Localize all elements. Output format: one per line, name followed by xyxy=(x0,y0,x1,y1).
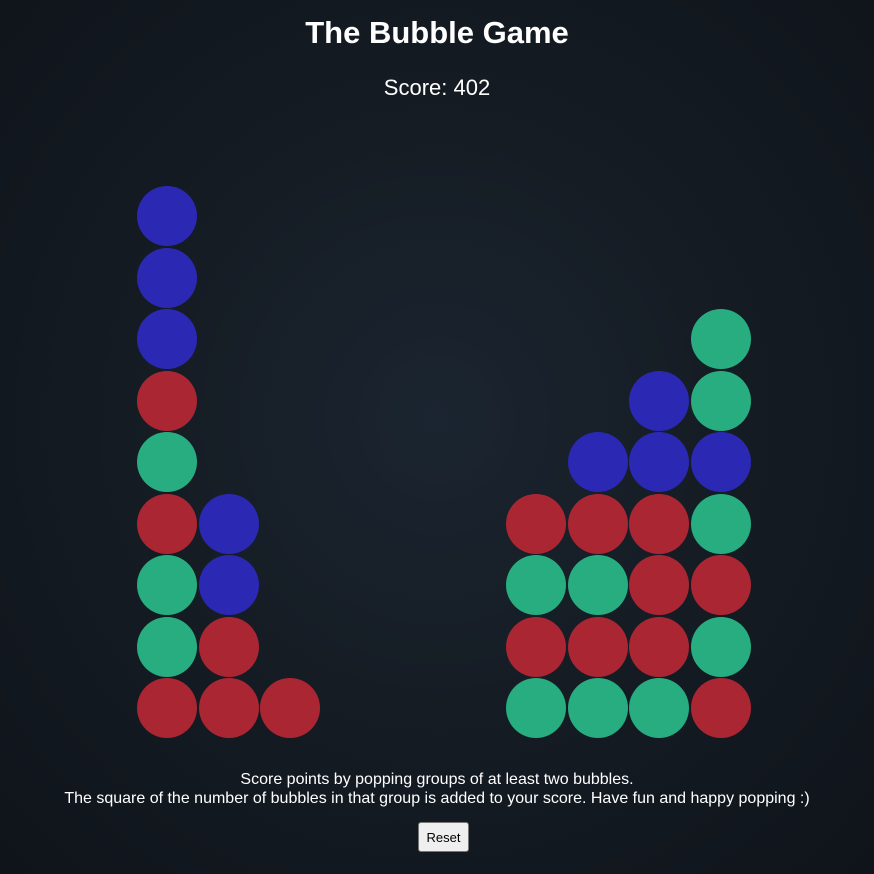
bubble-green[interactable] xyxy=(690,370,751,431)
bubble-green[interactable] xyxy=(690,493,751,554)
bubble-blue[interactable] xyxy=(629,370,689,431)
bubble-red[interactable] xyxy=(506,616,566,677)
bubble-green[interactable] xyxy=(506,555,566,615)
bubble-blue[interactable] xyxy=(137,247,197,308)
bubble-blue[interactable] xyxy=(137,309,197,369)
bubble-red[interactable] xyxy=(260,678,320,738)
bubble-blue[interactable] xyxy=(629,432,689,492)
bubble-green[interactable] xyxy=(137,616,197,677)
bubble-red[interactable] xyxy=(690,678,751,738)
instructions: Score points by popping groups of at lea… xyxy=(0,770,874,808)
reset-button[interactable]: Reset xyxy=(418,822,469,852)
bubble-green[interactable] xyxy=(567,678,628,738)
bubble-blue[interactable] xyxy=(198,493,259,554)
bubble-board xyxy=(0,0,874,874)
bubble-red[interactable] xyxy=(198,678,259,738)
bubble-red[interactable] xyxy=(198,616,259,677)
bubble-blue[interactable] xyxy=(198,555,259,615)
bubble-red[interactable] xyxy=(506,493,566,554)
instructions-line-2: The square of the number of bubbles in t… xyxy=(64,790,810,807)
bubble-red[interactable] xyxy=(690,555,751,615)
bubble-blue[interactable] xyxy=(690,432,751,492)
bubble-red[interactable] xyxy=(629,555,689,615)
bubble-red[interactable] xyxy=(137,493,197,554)
bubble-red[interactable] xyxy=(567,493,628,554)
bubble-green[interactable] xyxy=(137,432,197,492)
bubble-green[interactable] xyxy=(506,678,566,738)
bubble-green[interactable] xyxy=(629,678,689,738)
instructions-line-1: Score points by popping groups of at lea… xyxy=(240,771,634,788)
bubble-red[interactable] xyxy=(629,616,689,677)
bubble-blue[interactable] xyxy=(137,186,197,246)
bubble-green[interactable] xyxy=(690,309,751,369)
bubble-red[interactable] xyxy=(629,493,689,554)
bubble-red[interactable] xyxy=(137,678,197,738)
bubble-green[interactable] xyxy=(137,555,197,615)
bubble-green[interactable] xyxy=(690,616,751,677)
bubble-green[interactable] xyxy=(567,555,628,615)
bubble-red[interactable] xyxy=(567,616,628,677)
bubble-red[interactable] xyxy=(137,370,197,431)
bubble-blue[interactable] xyxy=(567,432,628,492)
